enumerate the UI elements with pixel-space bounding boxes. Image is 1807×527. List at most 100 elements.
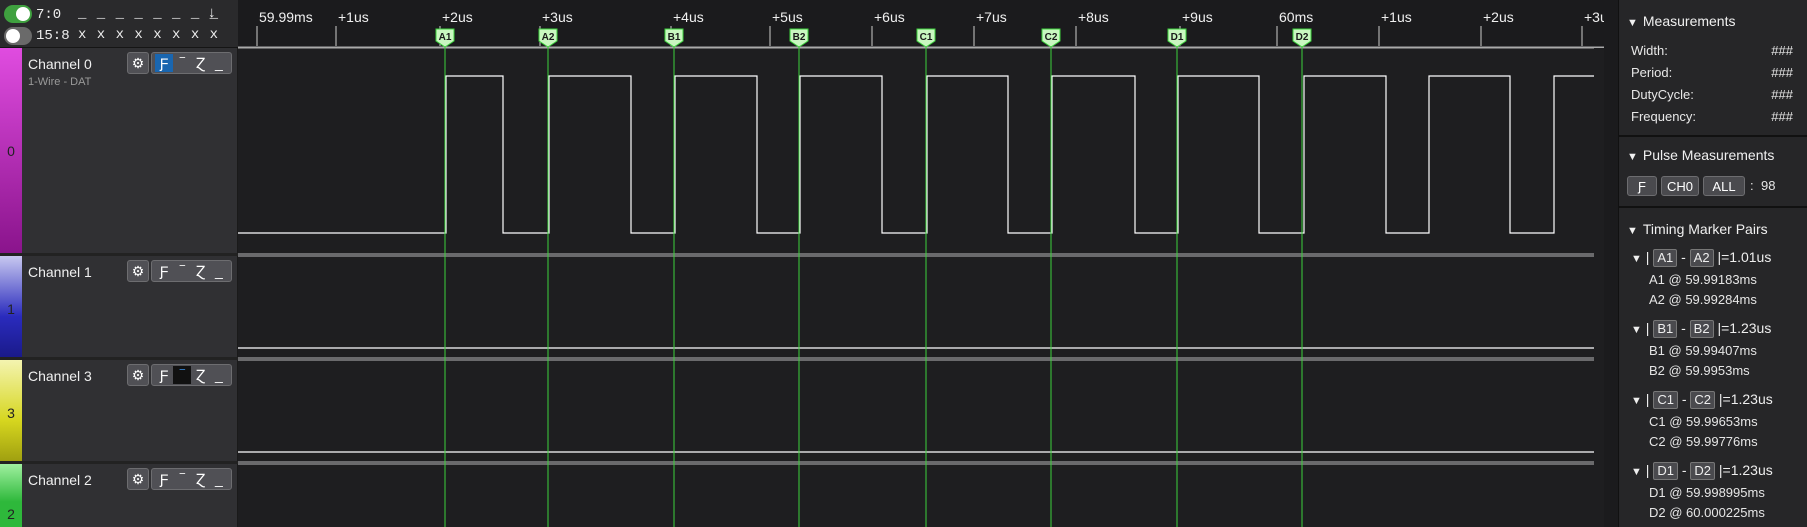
- waveform-view[interactable]: 59.99ms +1us +2us +3us +4us +5us +6us +7us +8us +…: [238, 0, 1604, 527]
- channel-list: 7:0 15:8 _ _ _ _ _ _ _ _ x x x x x x x x…: [0, 0, 238, 527]
- marker-position: D2 @ 60.000225ms: [1649, 505, 1765, 520]
- measurement-value: ###: [1771, 87, 1793, 102]
- falling-edge-icon[interactable]: Ɀ: [192, 470, 210, 488]
- collapse-triangle-icon[interactable]: ▼: [1631, 466, 1642, 478]
- channel-index: 2: [7, 506, 15, 522]
- low-level-icon[interactable]: _: [210, 470, 228, 488]
- timing-pairs-header[interactable]: ▼ Timing Marker Pairs: [1627, 221, 1768, 237]
- channel-buttons: ⚙ Ƒ ‾ Ɀ _: [127, 468, 232, 490]
- channel-row-1: 1 Channel 1 ⚙ Ƒ ‾ Ɀ _: [0, 256, 238, 360]
- channel-name[interactable]: Channel 2: [28, 472, 92, 488]
- marker-position: C2 @ 59.99776ms: [1649, 434, 1758, 449]
- lane-separator: [238, 461, 1604, 465]
- measurement-label: Period:: [1631, 65, 1673, 80]
- gear-icon[interactable]: ⚙: [127, 468, 149, 490]
- channel-name[interactable]: Channel 1: [28, 264, 92, 280]
- pair-delta: =1.23us: [1722, 391, 1773, 407]
- high-level-icon[interactable]: ‾: [173, 470, 191, 488]
- channel-index: 3: [7, 405, 15, 421]
- gear-icon[interactable]: ⚙: [127, 260, 149, 282]
- measurements-header[interactable]: ▼ Measurements: [1627, 13, 1735, 29]
- time-label: +7us: [976, 9, 1007, 25]
- time-label: 59.99ms: [259, 9, 313, 25]
- pulse-count: 98: [1761, 178, 1776, 193]
- bus-top-values: _ _ _ _ _ _ _ _: [78, 6, 220, 22]
- collapse-triangle-icon[interactable]: ▼: [1627, 151, 1638, 163]
- trigger-selector: Ƒ ‾ Ɀ _: [151, 468, 232, 490]
- toggle-knob: [16, 7, 30, 21]
- marker-tag[interactable]: A2: [1689, 249, 1714, 267]
- channel-index: 0: [7, 143, 15, 159]
- channel-name[interactable]: Channel 3: [28, 368, 92, 384]
- falling-edge-icon[interactable]: Ɀ: [192, 262, 210, 280]
- lane-separator: [238, 357, 1604, 361]
- rising-edge-icon[interactable]: Ƒ: [155, 54, 174, 72]
- measurement-label: Width:: [1631, 43, 1668, 58]
- marker-tag[interactable]: B1: [1653, 320, 1678, 338]
- falling-edge-icon[interactable]: Ɀ: [192, 366, 210, 384]
- marker-tag[interactable]: D2: [1690, 462, 1716, 480]
- trigger-selector: Ƒ ‾ Ɀ _: [151, 52, 232, 74]
- marker-tag[interactable]: C2: [1690, 391, 1716, 409]
- timing-marker-label: C1: [920, 32, 933, 43]
- bus-toggle-on[interactable]: [4, 5, 32, 23]
- time-label: +2us: [1483, 9, 1514, 25]
- marker-position: A1 @ 59.99183ms: [1649, 272, 1757, 287]
- marker-position: D1 @ 59.998995ms: [1649, 485, 1765, 500]
- measurement-dutycycle: DutyCycle: ###: [1631, 87, 1793, 102]
- timing-marker-label: A2: [542, 32, 555, 43]
- trigger-selector: Ƒ ‾ Ɀ _: [151, 364, 232, 386]
- time-label: +1us: [338, 9, 369, 25]
- rising-edge-icon[interactable]: Ƒ: [155, 470, 173, 488]
- collapse-triangle-icon[interactable]: ▼: [1631, 324, 1642, 336]
- low-level-icon[interactable]: _: [210, 366, 228, 384]
- measurements-title: Measurements: [1642, 13, 1736, 29]
- marker-tag[interactable]: C1: [1653, 391, 1678, 409]
- marker-pair-a[interactable]: ▼ | A1 - A2 |=1.01us: [1631, 249, 1771, 267]
- rising-edge-icon[interactable]: Ƒ: [155, 262, 173, 280]
- rising-edge-icon[interactable]: Ƒ: [155, 366, 173, 384]
- timing-marker-label: D1: [1171, 32, 1184, 43]
- lane-separator: [238, 253, 1604, 257]
- channel-name[interactable]: Channel 0: [28, 56, 92, 72]
- marker-tag[interactable]: A1: [1653, 249, 1678, 267]
- gear-icon[interactable]: ⚙: [127, 52, 149, 74]
- time-label: +2us: [442, 9, 473, 25]
- low-level-icon[interactable]: _: [210, 54, 228, 72]
- measurement-value: ###: [1771, 65, 1793, 80]
- time-label: +3us: [542, 9, 573, 25]
- high-level-icon[interactable]: ‾: [173, 262, 191, 280]
- pair-delta: =1.23us: [1722, 462, 1773, 478]
- collapse-triangle-icon[interactable]: ▼: [1631, 253, 1642, 265]
- channel-buttons: ⚙ Ƒ ‾ Ɀ _: [127, 52, 232, 74]
- bus-toggle-off[interactable]: [4, 27, 32, 45]
- collapse-triangle-icon[interactable]: ▼: [1627, 225, 1638, 237]
- pair-delta: =1.23us: [1721, 320, 1772, 336]
- gear-icon[interactable]: ⚙: [127, 364, 149, 386]
- pulse-channel-button[interactable]: CH0: [1661, 176, 1699, 196]
- falling-edge-icon[interactable]: Ɀ: [192, 54, 210, 72]
- divider: [1619, 135, 1807, 137]
- marker-pair-b[interactable]: ▼ | B1 - B2 |=1.23us: [1631, 320, 1771, 338]
- marker-tag[interactable]: D1: [1653, 462, 1678, 480]
- low-level-icon[interactable]: _: [210, 262, 228, 280]
- pulse-measurements-header[interactable]: ▼ Pulse Measurements: [1627, 147, 1774, 163]
- high-level-icon[interactable]: ‾: [173, 54, 191, 72]
- marker-tag[interactable]: B2: [1689, 320, 1714, 338]
- marker-pair-c[interactable]: ▼ | C1 - C2 |=1.23us: [1631, 391, 1773, 409]
- pulse-all-button[interactable]: ALL: [1703, 176, 1745, 196]
- collapse-triangle-icon[interactable]: ▼: [1631, 395, 1642, 407]
- down-arrow-icon[interactable]: ↓: [208, 4, 216, 21]
- waveform-canvas[interactable]: 59.99ms +1us +2us +3us +4us +5us +6us +7us +8us +…: [238, 0, 1604, 527]
- rising-edge-icon[interactable]: Ƒ: [1627, 176, 1657, 196]
- channel-0-signal: [238, 75, 1604, 234]
- time-label: +5us: [772, 9, 803, 25]
- high-level-icon[interactable]: ‾: [173, 366, 192, 384]
- channel-row-3: 3 Channel 3 ⚙ Ƒ ‾ Ɀ _: [0, 360, 238, 464]
- marker-pair-d[interactable]: ▼ | D1 - D2 |=1.23us: [1631, 462, 1773, 480]
- channel-analyzer-label: 1-Wire - DAT: [28, 76, 92, 88]
- bus-top-label: 7:0: [36, 7, 62, 23]
- timing-marker-label: C2: [1045, 32, 1058, 43]
- collapse-triangle-icon[interactable]: ▼: [1627, 17, 1638, 29]
- measurement-value: ###: [1771, 109, 1793, 124]
